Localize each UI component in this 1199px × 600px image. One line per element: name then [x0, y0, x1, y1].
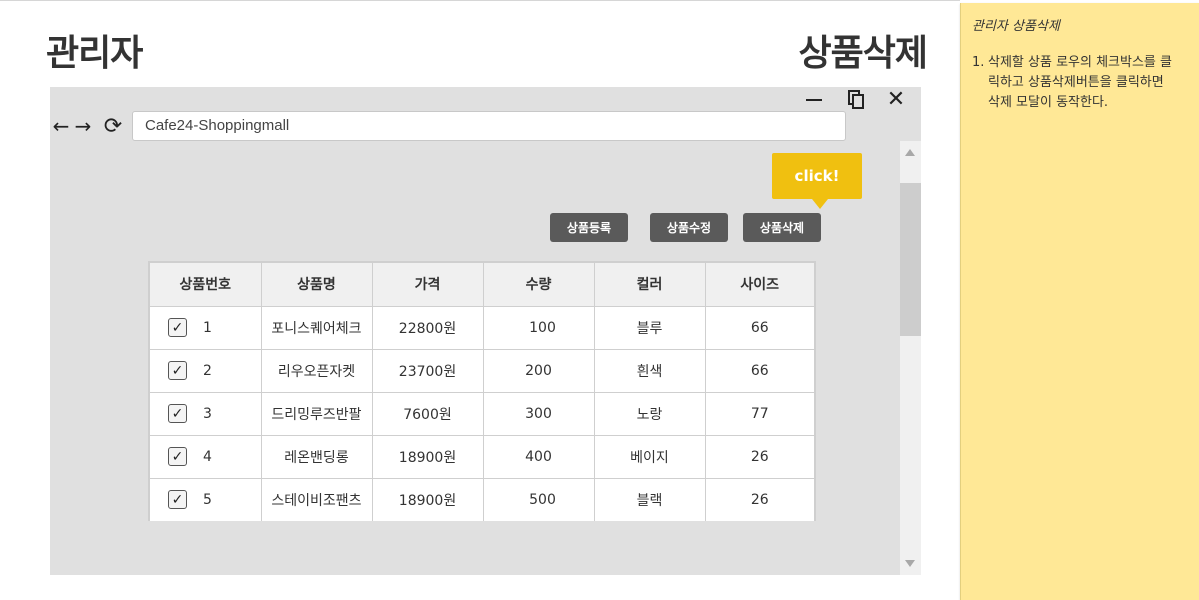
cell-quantity: 200: [482, 348, 595, 393]
cell-color: 흰색: [593, 348, 706, 393]
click-callout: click!: [772, 153, 862, 209]
cell-size: 26: [704, 477, 814, 521]
close-icon[interactable]: ✕: [882, 87, 910, 113]
reload-icon[interactable]: ⟳: [102, 114, 124, 139]
header-product-name: 상품명: [260, 263, 373, 307]
cell-quantity: 300: [482, 391, 595, 436]
note-item-number: 1.: [972, 55, 985, 70]
arrow-right-icon[interactable]: →: [72, 114, 94, 138]
scroll-down-icon[interactable]: [905, 560, 915, 567]
page-title: 관리자: [46, 33, 143, 74]
cell-price: 7600원: [371, 391, 484, 436]
cell-color: 블루: [593, 305, 706, 350]
minimize-icon[interactable]: [800, 87, 828, 113]
table-row: ✓ 1 포니스퀘어체크 22800원 100 블루 66: [150, 305, 814, 350]
register-product-button[interactable]: 상품등록: [550, 213, 628, 242]
header-quantity: 수량: [482, 263, 595, 307]
cell-size: 66: [704, 305, 814, 350]
restore-icon[interactable]: [843, 87, 871, 113]
page-subtitle: 상품삭제: [798, 33, 928, 74]
cell-color: 블랙: [593, 477, 706, 521]
cell-product-name: 레온밴딩롱: [260, 434, 373, 479]
browser-window: ✕ ← → ⟳ Cafe24-Shoppingmall click! 상품등록 …: [50, 87, 921, 575]
arrow-left-icon[interactable]: ←: [50, 114, 72, 138]
row-checkbox[interactable]: ✓: [168, 404, 187, 423]
edit-product-button[interactable]: 상품수정: [650, 213, 728, 242]
cell-price: 22800원: [371, 305, 484, 350]
cell-quantity: 400: [482, 434, 595, 479]
row-checkbox[interactable]: ✓: [168, 361, 187, 380]
cell-product-no: 3: [203, 405, 212, 422]
restore-icon-svg: [848, 90, 864, 109]
row-checkbox[interactable]: ✓: [168, 447, 187, 466]
cell-quantity: 100: [482, 305, 595, 350]
row-checkbox[interactable]: ✓: [168, 490, 187, 510]
cell-product-no: 2: [203, 362, 212, 379]
table-row: ✓ 3 드리밍루즈반팔 7600원 300 노랑 77: [150, 391, 814, 436]
cell-product-name: 스테이비조팬츠: [260, 477, 373, 521]
delete-product-button[interactable]: 상품삭제: [743, 213, 821, 242]
cell-product-name: 리우오픈자켓: [260, 348, 373, 393]
cell-price: 23700원: [371, 348, 484, 393]
cell-size: 77: [704, 391, 814, 436]
table-row: ✓ 4 레온밴딩롱 18900원 400 베이지 26: [150, 434, 814, 479]
note-title: 관리자 상품삭제: [972, 19, 1060, 34]
top-divider: [0, 0, 960, 1]
header-price: 가격: [371, 263, 484, 307]
cell-product-no: 4: [203, 448, 212, 465]
url-input[interactable]: Cafe24-Shoppingmall: [132, 111, 846, 141]
cell-size: 26: [704, 434, 814, 479]
cell-product-name: 포니스퀘어체크: [260, 305, 373, 350]
header-product-no: 상품번호: [150, 263, 262, 307]
cell-color: 베이지: [593, 434, 706, 479]
cell-size: 66: [704, 348, 814, 393]
row-checkbox[interactable]: ✓: [168, 318, 187, 337]
cell-product-no: 1: [203, 319, 212, 336]
sticky-note: 관리자 상품삭제 1. 삭제할 상품 로우의 체크박스를 클릭하고 상품삭제버튼…: [960, 3, 1199, 600]
cell-product-no: 5: [203, 491, 212, 508]
cell-quantity: 500: [482, 477, 595, 521]
cell-price: 18900원: [371, 477, 484, 521]
table-header-row: 상품번호 상품명 가격 수량 컬러 사이즈: [150, 263, 814, 307]
cell-color: 노랑: [593, 391, 706, 436]
note-list-item: 1. 삭제할 상품 로우의 체크박스를 클릭하고 상품삭제버튼을 클릭하면 삭제…: [972, 53, 1177, 113]
product-table: 상품번호 상품명 가격 수량 컬러 사이즈 ✓ 1 포니스퀘어체크 22800원 …: [148, 261, 816, 521]
header-color: 컬러: [593, 263, 706, 307]
table-row: ✓ 2 리우오픈자켓 23700원 200 흰색 66: [150, 348, 814, 393]
header-size: 사이즈: [704, 263, 814, 307]
vertical-scrollbar[interactable]: [900, 141, 921, 575]
table-row: ✓ 5 스테이비조팬츠 18900원 500 블랙 26: [150, 477, 814, 521]
cell-price: 18900원: [371, 434, 484, 479]
cell-product-name: 드리밍루즈반팔: [260, 391, 373, 436]
note-item-text: 삭제할 상품 로우의 체크박스를 클릭하고 상품삭제버튼을 클릭하면 삭제 모달…: [988, 55, 1172, 110]
scroll-up-icon[interactable]: [905, 149, 915, 156]
scroll-thumb[interactable]: [900, 183, 921, 336]
